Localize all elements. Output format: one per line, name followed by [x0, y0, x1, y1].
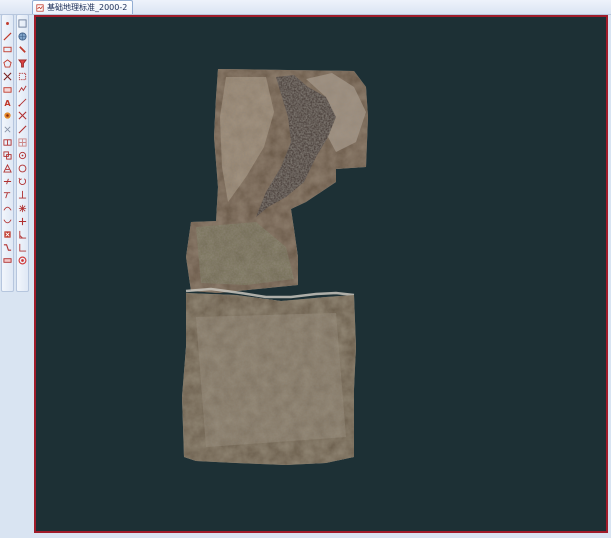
split-icon[interactable] [2, 137, 13, 148]
delete-icon[interactable] [2, 229, 13, 240]
select-icon[interactable] [17, 18, 28, 29]
map-canvas[interactable] [34, 15, 608, 533]
grid-icon[interactable] [17, 137, 28, 148]
globe-icon[interactable] [17, 31, 28, 42]
document-tab[interactable]: 基础地理标准_2000-2 [32, 0, 134, 14]
map-document-icon [36, 3, 44, 12]
plus-icon[interactable] [17, 216, 28, 227]
box-select-icon[interactable] [17, 71, 28, 82]
extend-icon[interactable] [2, 189, 13, 200]
svg-text:A: A [4, 98, 11, 107]
link-icon[interactable] [17, 44, 28, 55]
rectangle-icon[interactable] [2, 44, 13, 55]
ruler-icon[interactable] [2, 255, 13, 266]
edit-toolbar-left: A [1, 14, 14, 292]
aerial-imagery-layer [182, 69, 368, 465]
target-icon[interactable] [17, 255, 28, 266]
perpendicular-icon[interactable] [17, 189, 28, 200]
node-icon[interactable] [2, 71, 13, 82]
terrain-lower-block [182, 293, 356, 465]
point-icon[interactable] [2, 18, 13, 29]
filter-icon[interactable] [17, 58, 28, 69]
snap-icon[interactable] [2, 242, 13, 253]
edit-toolbar-right [16, 14, 29, 292]
diagonal-line-icon[interactable] [17, 124, 28, 135]
symbol-icon[interactable] [2, 163, 13, 174]
angle-icon[interactable] [17, 229, 28, 240]
corner-icon[interactable] [17, 242, 28, 253]
text-edit-icon[interactable] [2, 84, 13, 95]
polygon-icon[interactable] [2, 58, 13, 69]
star-icon[interactable] [17, 203, 28, 214]
cross-icon[interactable] [17, 110, 28, 121]
terrain-upper-block [186, 69, 368, 293]
scissors-icon[interactable] [2, 124, 13, 135]
cut-line-icon[interactable] [2, 176, 13, 187]
line-icon[interactable] [2, 31, 13, 42]
arc-icon[interactable] [2, 203, 13, 214]
segment-icon[interactable] [17, 97, 28, 108]
curve-icon[interactable] [2, 216, 13, 227]
document-tab-bar: 基础地理标准_2000-2 [0, 0, 611, 15]
text-icon[interactable]: A [2, 97, 13, 108]
copy-icon[interactable] [2, 150, 13, 161]
rotate-icon[interactable] [17, 176, 28, 187]
circle-icon[interactable] [17, 150, 28, 161]
polyline-icon[interactable] [17, 84, 28, 95]
attribute-icon[interactable] [2, 110, 13, 121]
document-tab-title: 基础地理标准_2000-2 [47, 3, 128, 12]
ring-icon[interactable] [17, 163, 28, 174]
